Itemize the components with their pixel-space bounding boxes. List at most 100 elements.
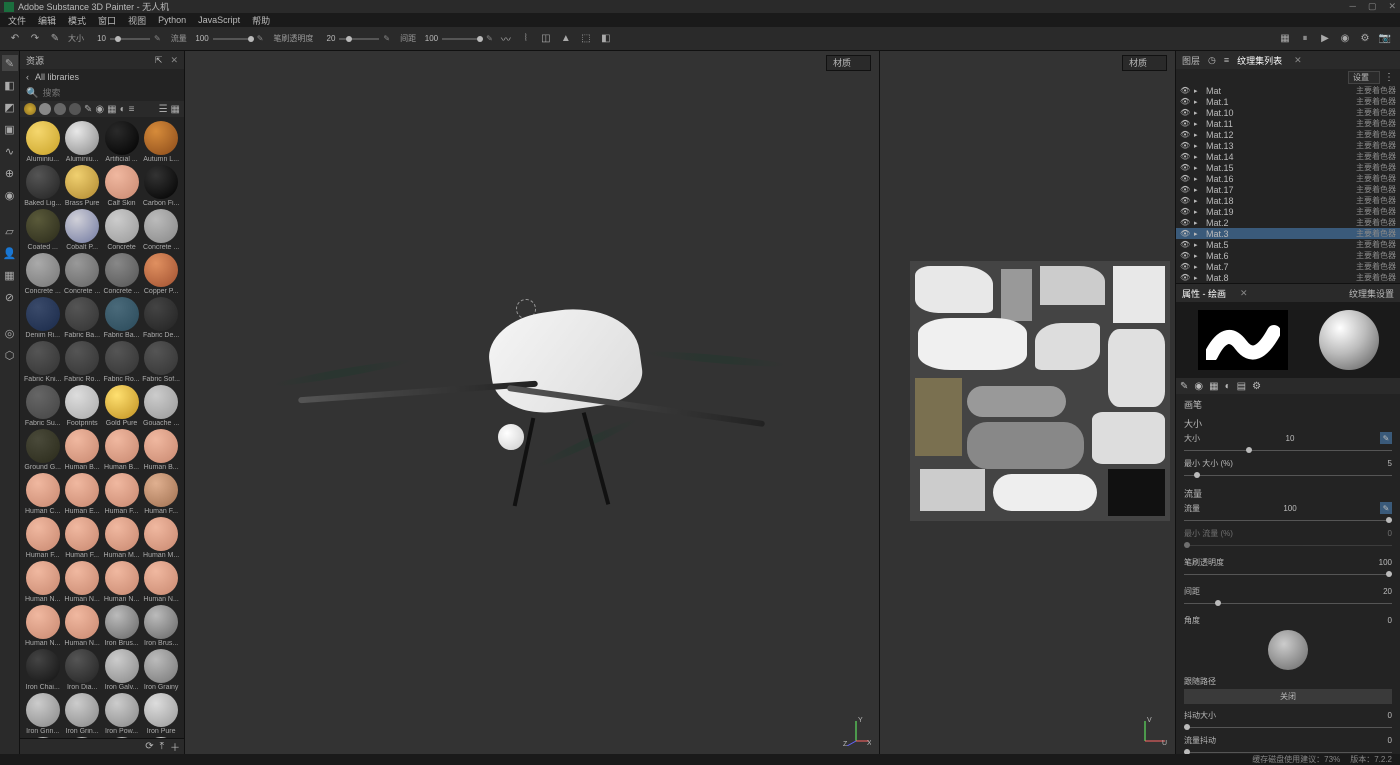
camera-icon[interactable]: 📷	[1378, 32, 1392, 46]
smudge-tool[interactable]: ∿	[2, 143, 18, 159]
filter-texture-icon[interactable]: ▦	[107, 104, 116, 115]
visibility-icon[interactable]: 👁	[1180, 130, 1190, 139]
texture-set-row[interactable]: 👁 ▸ Mat.18 主要着色器	[1176, 195, 1400, 206]
symmetry-icon[interactable]: ⦚	[519, 32, 533, 46]
asset-item[interactable]: Fabric Ba...	[63, 297, 100, 339]
baking-tool[interactable]: ◎	[2, 325, 18, 341]
asset-item[interactable]: Aluminiu...	[24, 121, 61, 163]
asset-item[interactable]: Copper P...	[142, 253, 180, 295]
eraser-tool[interactable]: ◧	[2, 77, 18, 93]
expand-icon[interactable]: ▸	[1194, 219, 1202, 227]
material-picker-tool[interactable]: ◉	[2, 187, 18, 203]
menu-Python[interactable]: Python	[158, 15, 186, 25]
min-size-value[interactable]: 5	[1388, 459, 1392, 468]
asset-item[interactable]: Concrete	[103, 209, 140, 251]
expand-icon[interactable]: ▸	[1194, 120, 1202, 128]
undo-icon[interactable]: ↶	[8, 32, 22, 46]
visibility-icon[interactable]: 👁	[1180, 240, 1190, 249]
texture-set-row[interactable]: 👁 ▸ Mat.17 主要着色器	[1176, 184, 1400, 195]
paint-tool[interactable]: ✎	[2, 55, 18, 71]
asset-item[interactable]: Iron Grainy	[142, 649, 180, 691]
asset-item[interactable]: Human B...	[103, 429, 140, 471]
expand-icon[interactable]: ▸	[1194, 175, 1202, 183]
asset-item[interactable]: Fabric Kni...	[24, 341, 61, 383]
filter-color-icon[interactable]: ≡	[129, 104, 135, 115]
props-stencil-icon[interactable]: ▦	[1209, 381, 1218, 392]
slider-笔刷透明度[interactable]: 笔刷透明度 20 ✎	[273, 33, 390, 44]
hide-tool[interactable]: ⊘	[2, 289, 18, 305]
asset-item[interactable]: Coated ...	[24, 209, 61, 251]
axis-gizmo-2d[interactable]: V U	[1137, 716, 1167, 746]
expand-icon[interactable]: ▸	[1194, 186, 1202, 194]
breadcrumb[interactable]: All libraries	[35, 72, 79, 82]
mirror-icon[interactable]: ▲	[559, 32, 573, 46]
asset-item[interactable]: Carbon Fi...	[142, 165, 180, 207]
log-icon[interactable]: ≡	[1224, 55, 1229, 65]
brush-material-preview[interactable]	[1319, 310, 1379, 370]
filter-view-list-icon[interactable]: ☰	[159, 104, 168, 115]
stamp-tool[interactable]: ⬡	[2, 347, 18, 363]
asset-item[interactable]: Human N...	[63, 605, 100, 647]
props-alpha-icon[interactable]: ◉	[1194, 381, 1203, 392]
asset-item[interactable]: Human F...	[63, 517, 100, 559]
expand-icon[interactable]: ▸	[1194, 208, 1202, 216]
jitter-size-slider[interactable]	[1184, 723, 1392, 733]
expand-icon[interactable]: ▸	[1194, 241, 1202, 249]
visibility-icon[interactable]: 👁	[1180, 251, 1190, 260]
opacity-slider[interactable]	[1184, 570, 1392, 580]
visibility-icon[interactable]: 👁	[1180, 141, 1190, 150]
expand-icon[interactable]: ▸	[1194, 131, 1202, 139]
asset-add-icon[interactable]: ＋	[170, 739, 180, 754]
expand-icon[interactable]: ▸	[1194, 263, 1202, 271]
min-size-slider[interactable]	[1184, 471, 1392, 481]
expand-icon[interactable]: ▸	[1194, 164, 1202, 172]
expand-icon[interactable]: ▸	[1194, 142, 1202, 150]
visibility-icon[interactable]: 👁	[1180, 97, 1190, 106]
asset-item[interactable]: Concrete ...	[24, 253, 61, 295]
asset-item[interactable]: Human E...	[63, 473, 100, 515]
brush-indicator-icon[interactable]: ✎	[48, 32, 62, 46]
mesh-fill-tool[interactable]: 👤	[2, 245, 18, 261]
asset-item[interactable]: Human M...	[103, 517, 140, 559]
asset-item[interactable]: Fabric De...	[142, 297, 180, 339]
texture-set-row[interactable]: 👁 ▸ Mat.2 主要着色器	[1176, 217, 1400, 228]
jitter-size-value[interactable]: 0	[1388, 711, 1392, 720]
breadcrumb-back-icon[interactable]: ‹	[26, 72, 29, 82]
texture-set-row[interactable]: 👁 ▸ Mat.15 主要着色器	[1176, 162, 1400, 173]
slider-流量[interactable]: 流量 100 ✎	[171, 33, 264, 44]
close-icon[interactable]: ✕	[1240, 288, 1248, 299]
texture-set-row[interactable]: 👁 ▸ Mat.7 主要着色器	[1176, 261, 1400, 272]
asset-item[interactable]: Human F...	[142, 473, 180, 515]
filter-view-grid-icon[interactable]: ▦	[171, 104, 180, 115]
texture-set-row[interactable]: 👁 ▸ Mat.6 主要着色器	[1176, 250, 1400, 261]
visibility-icon[interactable]: 👁	[1180, 207, 1190, 216]
filter-env-icon[interactable]: ◐	[120, 104, 126, 115]
expand-icon[interactable]: ▸	[1194, 274, 1202, 282]
projection-icon[interactable]: ◫	[539, 32, 553, 46]
texture-set-row[interactable]: 👁 ▸ Mat.14 主要着色器	[1176, 151, 1400, 162]
asset-item[interactable]: Denim Ri...	[24, 297, 61, 339]
tab-texture-set-list[interactable]: 纹理集列表	[1237, 54, 1282, 67]
texture-set-row[interactable]: 👁 ▸ Mat 主要着色器	[1176, 85, 1400, 96]
expand-icon[interactable]: ▸	[1194, 197, 1202, 205]
asset-import-icon[interactable]: ⤒	[160, 741, 164, 752]
jitter-flow-value[interactable]: 0	[1388, 736, 1392, 745]
visibility-icon[interactable]: 👁	[1180, 119, 1190, 128]
asset-item[interactable]: Gold Pure	[103, 385, 140, 427]
asset-item[interactable]: Human F...	[103, 473, 140, 515]
history-icon[interactable]: ◷	[1208, 55, 1216, 66]
asset-item[interactable]: Human N...	[142, 561, 180, 603]
texture-set-row[interactable]: 👁 ▸ Mat.5 主要着色器	[1176, 239, 1400, 250]
asset-item[interactable]: Human M...	[142, 517, 180, 559]
menu-窗口[interactable]: 窗口	[98, 14, 116, 27]
asset-item[interactable]: Human F...	[24, 517, 61, 559]
expand-icon[interactable]: ▸	[1194, 252, 1202, 260]
expand-icon[interactable]: ▸	[1194, 153, 1202, 161]
asset-item[interactable]: Brass Pure	[63, 165, 100, 207]
filter-material[interactable]	[24, 103, 36, 115]
asset-item[interactable]: Aluminiu...	[63, 121, 100, 163]
visibility-icon[interactable]: 👁	[1180, 273, 1190, 282]
asset-item[interactable]: Human N...	[63, 561, 100, 603]
uv-fill-tool[interactable]: ▦	[2, 267, 18, 283]
asset-item[interactable]: Footprints	[63, 385, 100, 427]
